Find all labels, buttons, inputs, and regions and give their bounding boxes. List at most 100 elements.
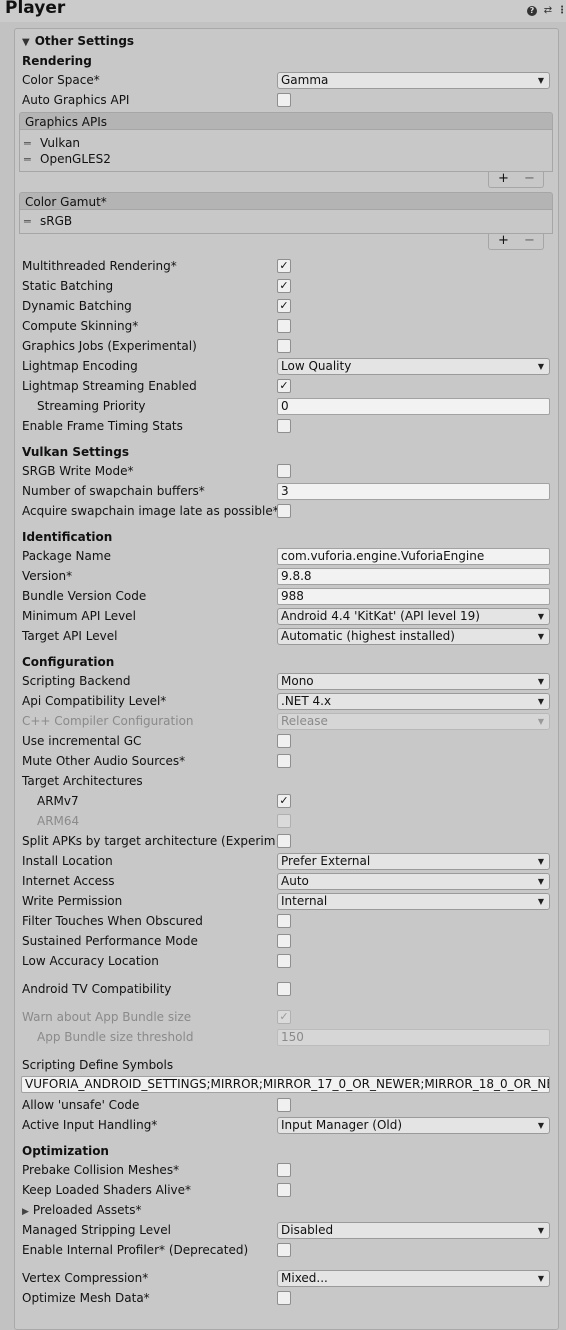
color-space-label: Color Space*: [22, 73, 100, 87]
multithreaded-checkbox[interactable]: ✓: [277, 259, 291, 273]
color-gamut-header: Color Gamut*: [19, 192, 553, 210]
low-accuracy-label: Low Accuracy Location: [22, 954, 159, 968]
version-field[interactable]: 9.8.8: [277, 568, 550, 585]
lightmap-encoding-dropdown[interactable]: Low Quality ▼: [277, 358, 550, 375]
arm64-checkbox: [277, 814, 291, 828]
chevron-down-icon: ▼: [537, 1226, 544, 1235]
compute-skinning-checkbox[interactable]: [277, 319, 291, 333]
split-apks-checkbox[interactable]: [277, 834, 291, 848]
mute-audio-checkbox[interactable]: [277, 754, 291, 768]
stripping-dropdown[interactable]: Disabled ▼: [277, 1222, 550, 1239]
menu-icon[interactable]: ⋮: [557, 6, 566, 16]
list-item[interactable]: ═ OpenGLES2: [24, 151, 111, 167]
chevron-down-icon: ▼: [537, 632, 544, 641]
presets-icon[interactable]: ⇄: [543, 6, 553, 16]
srgb-write-label: SRGB Write Mode*: [22, 464, 134, 478]
filter-touches-checkbox[interactable]: [277, 914, 291, 928]
preloaded-assets-foldout[interactable]: ▶ Preloaded Assets*: [22, 1201, 142, 1219]
cpp-compiler-label: C++ Compiler Configuration: [22, 714, 194, 728]
multithreaded-label: Multithreaded Rendering*: [22, 259, 177, 273]
dynamic-batching-checkbox[interactable]: ✓: [277, 299, 291, 313]
profiler-label: Enable Internal Profiler* (Deprecated): [22, 1243, 249, 1257]
armv7-label: ARMv7: [37, 794, 79, 808]
frame-timing-label: Enable Frame Timing Stats: [22, 419, 183, 433]
acquire-checkbox[interactable]: [277, 504, 291, 518]
warn-bundle-checkbox: ✓: [277, 1010, 291, 1024]
min-api-label: Minimum API Level: [22, 609, 136, 623]
drag-handle-icon[interactable]: ═: [24, 214, 34, 230]
static-batching-checkbox[interactable]: ✓: [277, 279, 291, 293]
bundle-label: Bundle Version Code: [22, 589, 147, 603]
minus-icon[interactable]: −: [524, 233, 535, 248]
android-tv-checkbox[interactable]: [277, 982, 291, 996]
internet-access-dropdown[interactable]: Auto ▼: [277, 873, 550, 890]
frame-timing-checkbox[interactable]: [277, 419, 291, 433]
api-compat-label: Api Compatibility Level*: [22, 694, 167, 708]
api-compat-dropdown[interactable]: .NET 4.x ▼: [277, 693, 550, 710]
inspector-content[interactable]: ▼ Other Settings Rendering Color Space* G…: [0, 22, 566, 1330]
split-apks-label: Split APKs by target architecture (Exper…: [22, 834, 276, 848]
filter-touches-label: Filter Touches When Obscured: [22, 914, 203, 928]
swapchain-field[interactable]: 3: [277, 483, 550, 500]
low-accuracy-checkbox[interactable]: [277, 954, 291, 968]
profiler-checkbox[interactable]: [277, 1243, 291, 1257]
package-field[interactable]: com.vuforia.engine.VuforiaEngine: [277, 548, 550, 565]
drag-handle-icon[interactable]: ═: [24, 136, 34, 152]
optimize-mesh-checkbox[interactable]: [277, 1291, 291, 1305]
compute-skinning-label: Compute Skinning*: [22, 319, 139, 333]
color-gamut-controls: + −: [488, 233, 544, 250]
lightmap-streaming-checkbox[interactable]: ✓: [277, 379, 291, 393]
chevron-down-icon: ▼: [537, 717, 544, 726]
static-batching-label: Static Batching: [22, 279, 114, 293]
scripting-backend-dropdown[interactable]: Mono ▼: [277, 673, 550, 690]
write-permission-dropdown[interactable]: Internal ▼: [277, 893, 550, 910]
auto-graphics-checkbox[interactable]: [277, 93, 291, 107]
color-space-dropdown[interactable]: Gamma ▼: [277, 72, 550, 89]
swapchain-label: Number of swapchain buffers*: [22, 484, 205, 498]
define-symbols-field[interactable]: VUFORIA_ANDROID_SETTINGS;MIRROR;MIRROR_1…: [21, 1076, 550, 1093]
bundle-field[interactable]: 988: [277, 588, 550, 605]
help-icon[interactable]: ?: [527, 6, 537, 16]
streaming-priority-label: Streaming Priority: [37, 399, 146, 413]
vertex-compression-label: Vertex Compression*: [22, 1271, 149, 1285]
graphics-apis-list: ═ Vulkan ═ OpenGLES2: [19, 130, 553, 172]
install-location-label: Install Location: [22, 854, 113, 868]
chevron-down-icon: ▼: [537, 1121, 544, 1130]
input-handling-dropdown[interactable]: Input Manager (Old) ▼: [277, 1117, 550, 1134]
streaming-priority-field[interactable]: 0: [277, 398, 550, 415]
prebake-checkbox[interactable]: [277, 1163, 291, 1177]
list-item[interactable]: ═ sRGB: [24, 213, 72, 229]
chevron-down-icon: ▼: [537, 76, 544, 85]
min-api-dropdown[interactable]: Android 4.4 'KitKat' (API level 19) ▼: [277, 608, 550, 625]
keep-shaders-checkbox[interactable]: [277, 1183, 291, 1197]
incremental-gc-checkbox[interactable]: [277, 734, 291, 748]
rendering-header: Rendering: [22, 54, 92, 68]
install-location-dropdown[interactable]: Prefer External ▼: [277, 853, 550, 870]
incremental-gc-label: Use incremental GC: [22, 734, 142, 748]
minus-icon[interactable]: −: [524, 171, 535, 186]
chevron-down-icon: ▼: [537, 877, 544, 886]
other-settings-foldout[interactable]: ▼ Other Settings: [22, 34, 134, 48]
target-arch-label: Target Architectures: [22, 774, 143, 788]
sustained-perf-checkbox[interactable]: [277, 934, 291, 948]
scripting-backend-label: Scripting Backend: [22, 674, 131, 688]
plus-icon[interactable]: +: [498, 171, 509, 186]
vertex-compression-dropdown[interactable]: Mixed... ▼: [277, 1270, 550, 1287]
chevron-down-icon: ▼: [537, 697, 544, 706]
sustained-perf-label: Sustained Performance Mode: [22, 934, 198, 948]
unsafe-code-checkbox[interactable]: [277, 1098, 291, 1112]
configuration-header: Configuration: [22, 655, 115, 669]
list-item[interactable]: ═ Vulkan: [24, 135, 80, 151]
plus-icon[interactable]: +: [498, 233, 509, 248]
target-api-dropdown[interactable]: Automatic (highest installed) ▼: [277, 628, 550, 645]
dynamic-batching-label: Dynamic Batching: [22, 299, 132, 313]
armv7-checkbox[interactable]: ✓: [277, 794, 291, 808]
drag-handle-icon[interactable]: ═: [24, 152, 34, 168]
keep-shaders-label: Keep Loaded Shaders Alive*: [22, 1183, 192, 1197]
color-gamut-list: ═ sRGB: [19, 210, 553, 234]
graphics-jobs-checkbox[interactable]: [277, 339, 291, 353]
optimize-mesh-label: Optimize Mesh Data*: [22, 1291, 150, 1305]
srgb-write-checkbox[interactable]: [277, 464, 291, 478]
chevron-down-icon: ▼: [537, 1274, 544, 1283]
window-title: Player: [5, 0, 66, 18]
